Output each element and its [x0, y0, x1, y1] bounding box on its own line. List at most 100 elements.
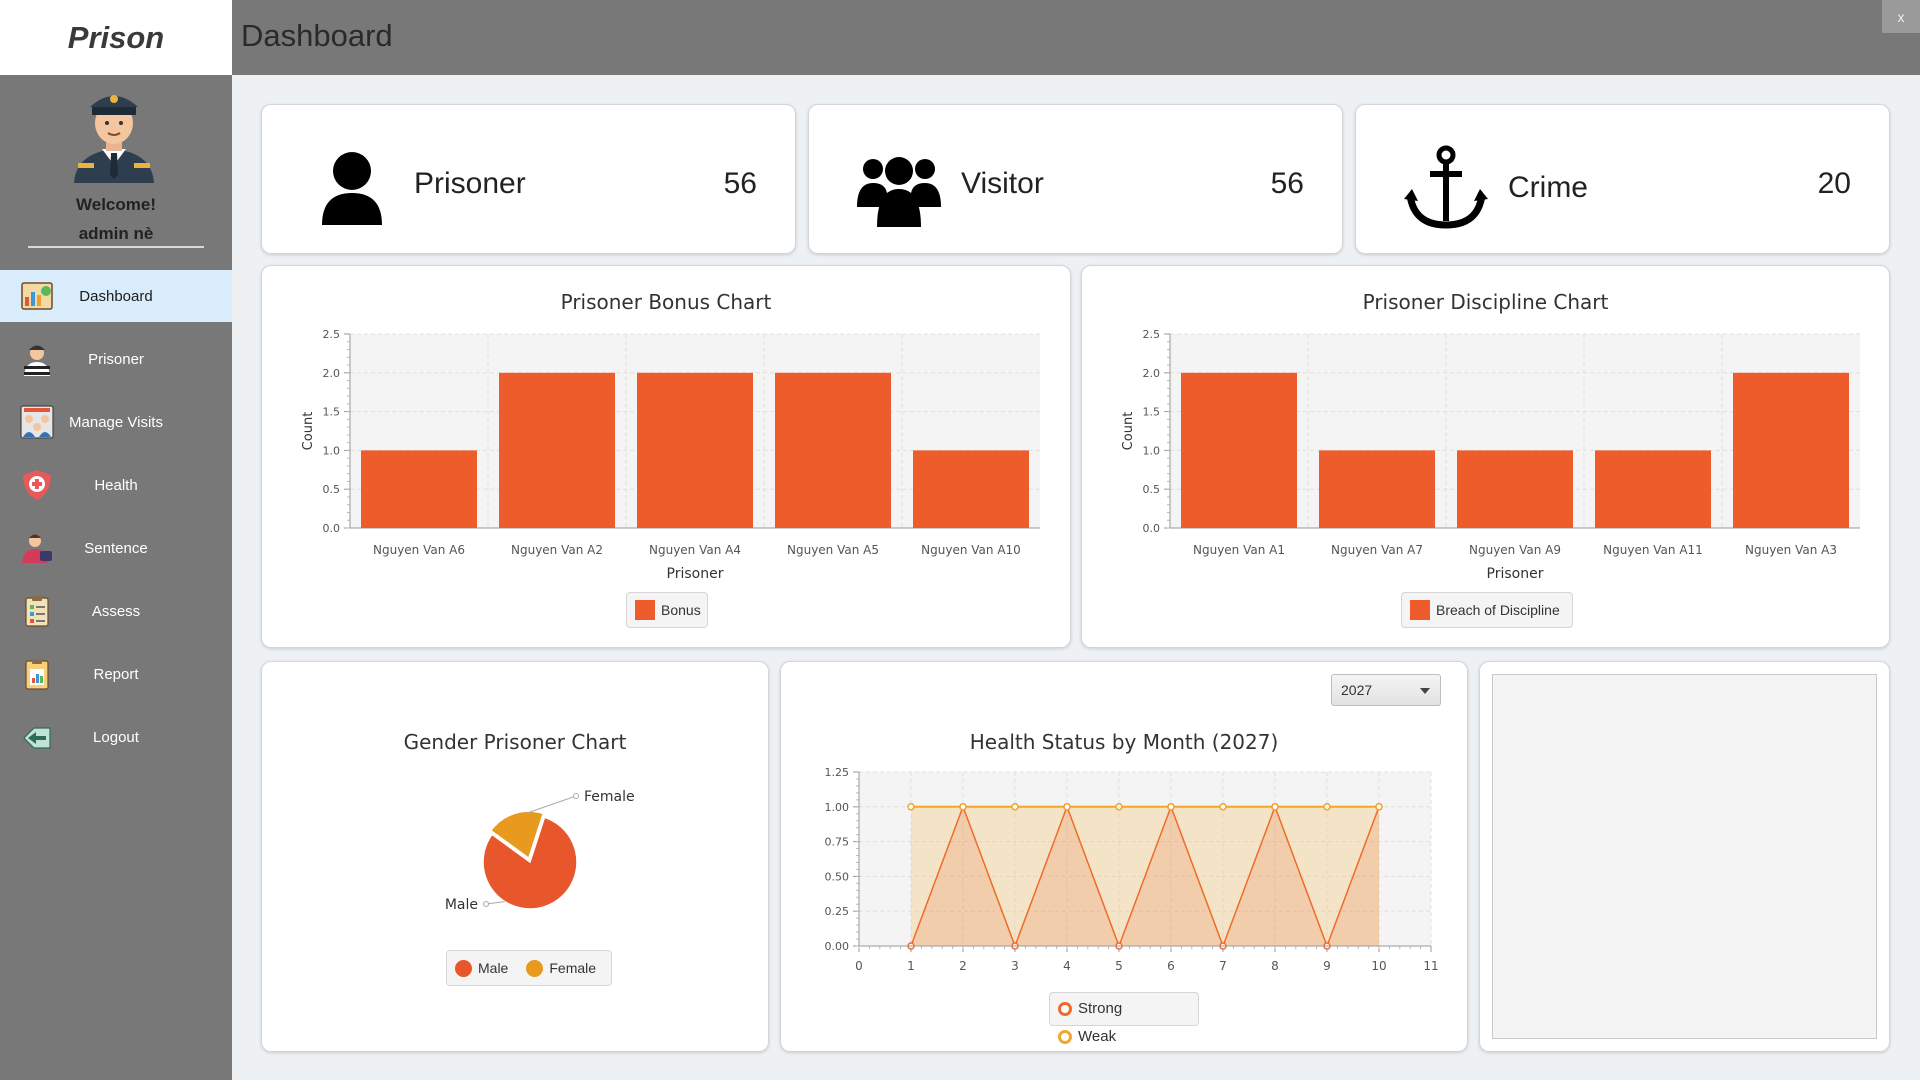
weak-point [959, 803, 967, 811]
y-tick-label: 0.75 [825, 836, 850, 849]
profile-panel: Welcome! admin nè [0, 75, 232, 251]
visitor-stat-card[interactable]: Visitor 56 [808, 104, 1343, 254]
x-tick-label: Nguyen Van A3 [1745, 543, 1837, 557]
logout-icon [23, 727, 51, 749]
page-title: Dashboard [241, 18, 393, 53]
x-tick-label: Nguyen Van A11 [1603, 543, 1703, 557]
chevron-down-icon [1420, 688, 1430, 694]
x-tick-label: 3 [1011, 959, 1019, 973]
x-tick-label: 0 [855, 959, 863, 973]
weak-point [1219, 803, 1227, 811]
discipline-chart-card: Prisoner Discipline Chart 0.0 0.5 1.0 1.5 2.… [1081, 265, 1890, 648]
sidebar-item-health[interactable]: Health [0, 459, 232, 511]
app-brand: Prison [0, 0, 232, 75]
bar [775, 372, 891, 528]
x-tick-label: 2 [959, 959, 967, 973]
report-clipboard-icon [25, 659, 49, 690]
legend-ring [1058, 1001, 1072, 1016]
sidebar-nav: Dashboard Prisoner Manage Visits Health … [0, 270, 232, 774]
bonus-bar-chart: 0.0 0.5 1.0 1.5 2.0 2.5 Nguyen Van A6 Nguyen Va… [301, 328, 1040, 582]
profile-divider [28, 246, 204, 248]
crime-stat-card[interactable]: Crime 20 [1355, 104, 1890, 254]
x-tick-label: 9 [1323, 959, 1331, 973]
x-tick-label: 6 [1167, 959, 1175, 973]
sidebar-item-report[interactable]: Report [0, 648, 232, 700]
y-tick-label: 1.5 [323, 406, 341, 419]
x-tick-label: Nguyen Van A9 [1469, 543, 1561, 557]
x-tick-label: Nguyen Van A6 [373, 543, 465, 557]
legend-item-strong: Strong [1058, 1000, 1122, 1017]
y-tick-label: 0.5 [1143, 483, 1161, 496]
stat-value: 56 [1270, 167, 1304, 200]
male-leader-dot [483, 901, 489, 907]
bar [1181, 372, 1297, 528]
y-tick-label: 0.00 [825, 940, 850, 953]
empty-content-panel [1492, 674, 1877, 1039]
weak-point [907, 803, 915, 811]
sidebar-item-manage-visits[interactable]: Manage Visits [0, 396, 232, 448]
sidebar-item-label: Sentence [84, 539, 148, 557]
sidebar-item-label: Manage Visits [69, 413, 163, 431]
health-shield-icon [23, 470, 51, 500]
stat-label: Visitor [961, 167, 1044, 200]
y-tick-label: 2.0 [1143, 367, 1161, 380]
bar [1595, 450, 1711, 528]
prisoner-icon [24, 345, 50, 376]
sidebar-item-assess[interactable]: Assess [0, 585, 232, 637]
weak-point [1115, 803, 1123, 811]
legend-swatch [1410, 600, 1430, 620]
y-tick-label: 2.5 [323, 328, 341, 341]
weak-point [1271, 803, 1279, 811]
x-tick-label: Nguyen Van A4 [649, 543, 741, 557]
gender-pie-chart: Female Male [445, 789, 635, 913]
legend-swatch [635, 600, 655, 620]
dashboard-icon [21, 282, 53, 310]
gender-chart-card: Gender Prisoner Chart Female Male Male Fe… [261, 661, 769, 1052]
sidebar-item-label: Report [93, 665, 139, 683]
legend-ring [1058, 1029, 1072, 1044]
sidebar-item-label: Health [94, 476, 138, 494]
x-tick-label: Nguyen Van A10 [921, 543, 1021, 557]
discipline-bar-chart: 0.0 0.5 1.0 1.5 2.0 2.5 Nguyen Van A1 Nguyen Va… [1121, 328, 1860, 582]
weak-point [1375, 803, 1383, 811]
sidebar-item-prisoner[interactable]: Prisoner [0, 333, 232, 385]
person-icon [322, 152, 382, 225]
health-area-chart: 0 1 2 3 4 5 6 7 8 9 10 11 0.00 0.25 0.50 0.75 1.00 1.25 [825, 766, 1439, 973]
user-name: admin nè [78, 224, 154, 243]
weak-point [1063, 803, 1071, 811]
bar [499, 372, 615, 528]
x-axis-label: Prisoner [667, 566, 724, 582]
y-tick-label: 1.5 [1143, 406, 1161, 419]
year-select[interactable]: 2027 [1331, 674, 1441, 706]
sidebar-item-sentence[interactable]: Sentence [0, 522, 232, 574]
weak-point [1167, 803, 1175, 811]
bar [1457, 450, 1573, 528]
year-select-value: 2027 [1341, 682, 1373, 698]
weak-point [1011, 803, 1019, 811]
legend-label: Strong [1078, 1000, 1123, 1017]
empty-card [1479, 661, 1890, 1052]
health-legend: Strong Weak [1049, 992, 1199, 1045]
sidebar-item-logout[interactable]: Logout [0, 711, 232, 763]
sidebar-item-label: Logout [93, 728, 139, 746]
legend-label: Bonus [661, 602, 701, 618]
legend-label: Female [549, 960, 597, 976]
bar [913, 450, 1029, 528]
y-tick-label: 0.5 [323, 483, 341, 496]
close-button[interactable]: x [1882, 0, 1920, 33]
y-tick-label: 0.25 [825, 905, 850, 918]
stat-label: Prisoner [414, 167, 526, 200]
female-leader-line [525, 795, 577, 815]
legend-dot-female [526, 959, 544, 977]
male-label: Male [445, 897, 478, 913]
y-tick-label: 1.00 [825, 801, 850, 814]
bar [637, 372, 753, 528]
y-tick-label: 0.0 [323, 522, 341, 535]
health-chart-card: 2027 Health Status by Month (2027) 0 1 2 3 4… [780, 661, 1468, 1052]
x-tick-label: Nguyen Van A1 [1193, 543, 1285, 557]
prisoner-stat-card[interactable]: Prisoner 56 [261, 104, 796, 254]
assess-clipboard-icon [25, 596, 49, 627]
stat-value: 56 [723, 167, 757, 200]
sidebar-item-dashboard[interactable]: Dashboard [0, 270, 232, 322]
x-tick-label: 1 [907, 959, 915, 973]
